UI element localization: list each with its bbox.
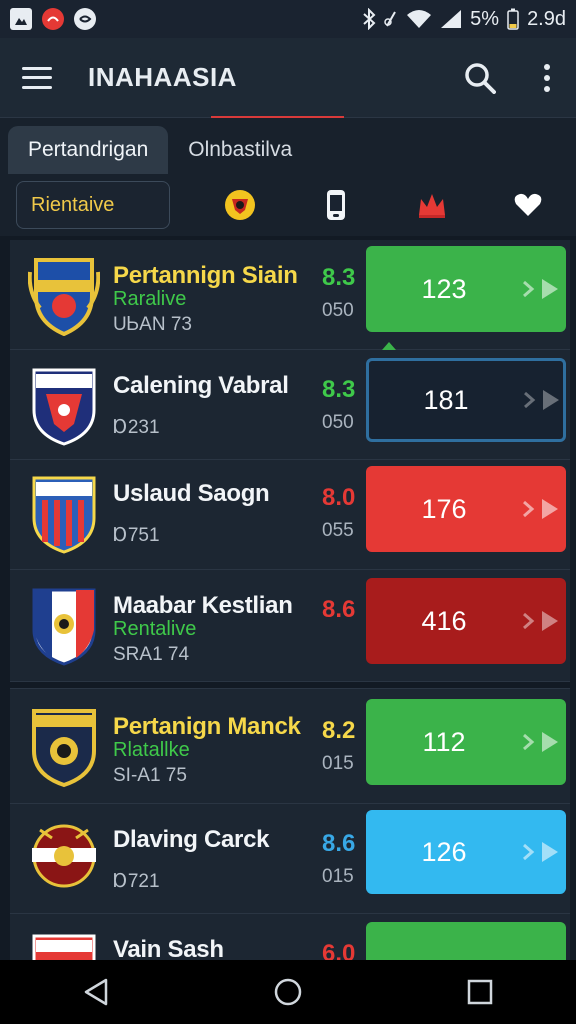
badge-filter-button[interactable]: [192, 188, 288, 222]
team-code: SI-A1 75: [113, 765, 187, 786]
team-name: Maabar Kestlian: [113, 592, 293, 619]
tab-bar: Pertandrigan Olnbastilva: [0, 118, 576, 174]
chevron-right-icon: [523, 388, 563, 412]
team-status: Raralive: [113, 288, 187, 310]
team-code: Ɒ231: [113, 417, 160, 438]
photo-icon: [10, 8, 32, 30]
crown-filter-button[interactable]: [384, 191, 480, 219]
tab-pertandrigan[interactable]: Pertandrigan: [8, 126, 169, 174]
team-code: Ɒ751: [113, 525, 160, 546]
score-value: 112: [422, 726, 466, 757]
odds-value: 8.3: [322, 264, 356, 291]
score-button[interactable]: 126: [366, 810, 566, 894]
match-row[interactable]: Pertannign Siain Raralive UᏏAN 73 8.3 05…: [10, 240, 570, 350]
team-name: Dlaving Carck: [113, 826, 270, 853]
match-row[interactable]: Maabar Kestlian Rentalive SRA1 74 8.6 41…: [10, 570, 570, 682]
odds-sub: 055: [322, 520, 354, 541]
odds-value: 8.2: [322, 717, 356, 744]
recents-button[interactable]: [450, 964, 510, 1020]
chevron-right-icon: [522, 497, 562, 521]
chevron-right-icon: [522, 840, 562, 864]
record-icon: [42, 8, 64, 30]
filter-dropdown[interactable]: Rientaive: [16, 181, 170, 229]
score-value: 123: [421, 273, 467, 304]
crown-icon: [419, 194, 445, 218]
battery-percent: 5%: [470, 7, 500, 30]
phone-icon: [327, 190, 345, 220]
favorites-filter-button[interactable]: [480, 193, 576, 217]
match-row[interactable]: Dlaving Carck Ɒ721 8.6 015 126: [10, 804, 570, 914]
team-crest-icon: [32, 588, 96, 666]
recents-icon: [467, 979, 493, 1005]
odds-value: 8.6: [322, 596, 356, 623]
heart-icon: [514, 193, 542, 216]
match-row[interactable]: Pertanign Manck Rlatallke SI-A1 75 8.2 0…: [10, 688, 570, 804]
odds-sub: 015: [322, 866, 354, 887]
score-button[interactable]: 416: [366, 578, 566, 664]
alarm-icon: [384, 11, 397, 27]
pointer-marker: [382, 342, 396, 350]
more-options-icon[interactable]: [540, 60, 554, 96]
chevron-right-icon: [522, 730, 562, 754]
odds-sub: 050: [322, 412, 354, 433]
team-crest-icon: [28, 258, 100, 336]
match-row[interactable]: Calening Vabral Ɒ231 8.3 050 181: [10, 342, 570, 460]
team-crest-icon: [32, 368, 96, 446]
system-nav-bar: [0, 960, 576, 1024]
message-icon: [74, 8, 96, 30]
back-icon: [84, 978, 108, 1006]
score-value: 416: [421, 605, 467, 636]
signal-icon: [441, 10, 462, 28]
score-value: 126: [421, 836, 467, 867]
score-value: 181: [423, 384, 469, 415]
team-crest-icon: [32, 476, 96, 554]
odds-value: 8.6: [322, 830, 356, 857]
score-button[interactable]: 176: [366, 466, 566, 552]
odds-value: 8.3: [322, 376, 356, 403]
team-name: Calening Vabral: [113, 372, 289, 399]
team-name: Pertannign Siain: [113, 262, 298, 289]
chevron-right-icon: [522, 609, 562, 633]
score-button[interactable]: 123: [366, 246, 566, 332]
team-status: Rlatallke: [113, 739, 190, 761]
bluetooth-icon: [363, 8, 376, 30]
search-icon[interactable]: [464, 62, 496, 94]
back-button[interactable]: [66, 964, 126, 1020]
score-value: 176: [421, 493, 467, 524]
menu-icon[interactable]: [22, 66, 52, 89]
team-code: SRA1 74: [113, 644, 190, 665]
filter-bar: Rientaive: [0, 174, 576, 236]
status-bar: 5% 2.9d: [0, 0, 576, 38]
battery-icon: [507, 8, 519, 30]
tab-olnbastilva[interactable]: Olnbastilva: [168, 126, 312, 174]
team-crest-icon: [32, 709, 96, 788]
app-title: INAHAASIA: [88, 62, 237, 92]
badge-icon: [225, 190, 255, 220]
phone-filter-button[interactable]: [288, 189, 384, 221]
match-list: Pertannign Siain Raralive UᏏAN 73 8.3 05…: [10, 240, 570, 974]
team-name: Uslaud Saogn: [113, 480, 270, 507]
score-button[interactable]: 181: [366, 358, 566, 442]
team-status: Rentalive: [113, 618, 197, 640]
odds-sub: 050: [322, 300, 354, 321]
home-button[interactable]: [258, 964, 318, 1020]
clock: 2.9d: [527, 7, 566, 30]
team-crest-icon: [32, 824, 96, 888]
odds-sub: 015: [322, 753, 354, 774]
app-bar: INAHAASIA: [0, 38, 576, 119]
home-icon: [274, 978, 302, 1006]
odds-value: 8.0: [322, 484, 356, 511]
team-code: Ɒ721: [113, 871, 160, 892]
match-row[interactable]: Uslaud Saogn Ɒ751 8.0 055 176: [10, 460, 570, 570]
team-code: UᏏAN 73: [113, 314, 192, 335]
score-button[interactable]: 112: [366, 699, 566, 785]
chevron-right-icon: [522, 277, 562, 301]
wifi-icon: [407, 10, 432, 28]
team-name: Pertanign Manck: [113, 713, 301, 740]
